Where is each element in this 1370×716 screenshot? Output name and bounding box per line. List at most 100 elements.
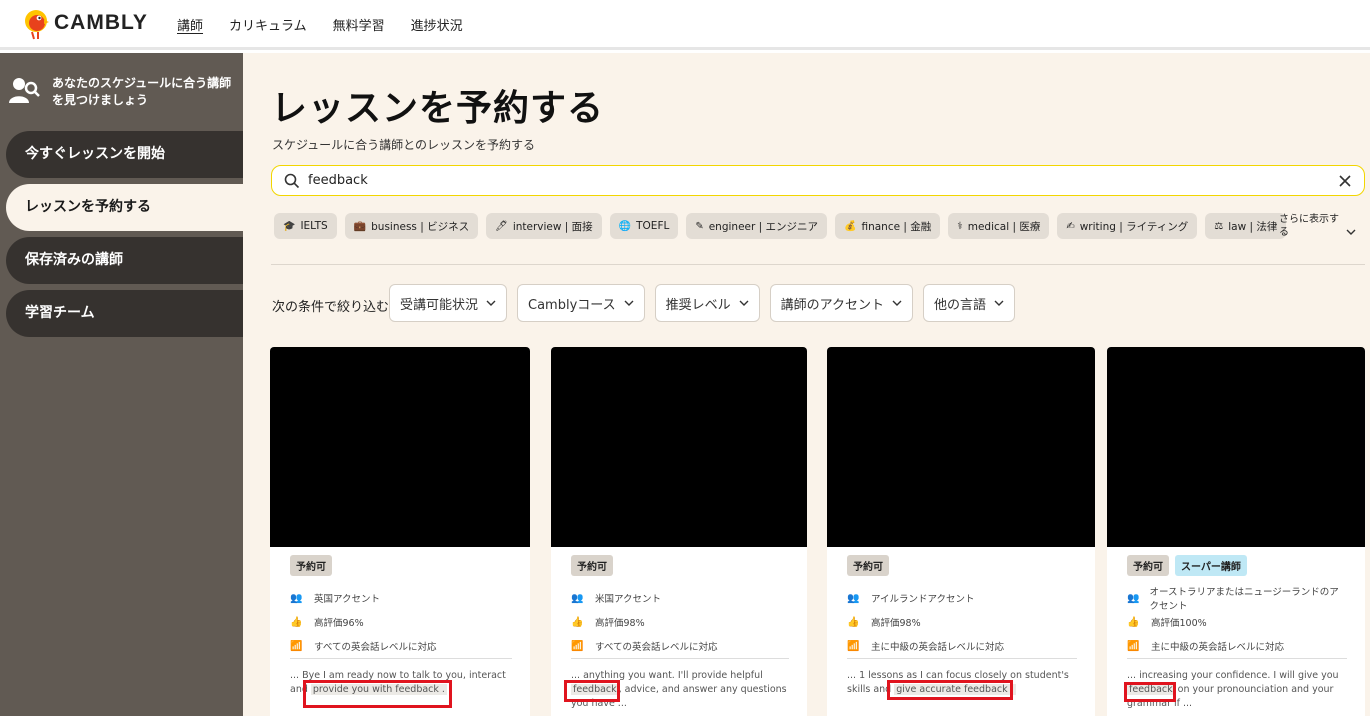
tutor-accent: 米国アクセント	[595, 594, 662, 605]
top-nav: 講師 カリキュラム 無料学習 進捗状況	[177, 15, 489, 34]
medical-icon: ⚕	[957, 220, 963, 232]
divider	[1127, 658, 1347, 659]
chevron-down-icon	[486, 300, 496, 306]
brand-name: CAMBLY	[54, 11, 148, 34]
chip-label: IELTS	[300, 220, 328, 232]
sidebar: あなたのスケジュールに合う講師を見つけましょう 今すぐレッスンを開始 レッスンを…	[0, 53, 243, 716]
snippet-text: ... increasing your confidence. I will g…	[1127, 670, 1339, 681]
globe-icon: 🌐	[618, 220, 632, 232]
pencil-icon: ✎	[695, 220, 704, 232]
tutor-rating: 高評価96%	[314, 618, 364, 629]
main-content: レッスンを予約する スケジュールに合う講師とのレッスンを予約する feedbac…	[243, 53, 1370, 716]
thumbs-up-icon: 👍	[1127, 616, 1140, 628]
chip-writing[interactable]: ✍ writing | ライティング	[1057, 213, 1198, 239]
highlight-annotation-box	[564, 680, 620, 702]
sidebar-header-text: あなたのスケジュールに合う講師を見つけましょう	[52, 76, 232, 107]
accent-icon: 👥	[847, 592, 860, 604]
tutor-accent: アイルランドアクセント	[871, 594, 975, 605]
accent-icon: 👥	[290, 592, 303, 604]
tutor-accent: オーストラリアまたはニュージーランドのアクセント	[1149, 587, 1339, 612]
filter-other-languages[interactable]: 他の言語	[923, 284, 1016, 322]
thumbs-up-icon: 👍	[571, 616, 584, 628]
level-bars-icon: 📶	[1127, 640, 1140, 652]
chip-medical[interactable]: ⚕ medical | 医療	[948, 213, 1050, 239]
thumbs-up-icon: 👍	[847, 616, 860, 628]
sidebar-item-study-team[interactable]: 学習チーム	[6, 290, 243, 337]
divider	[571, 658, 789, 659]
filter-availability[interactable]: 受講可能状況	[389, 284, 508, 322]
chip-label: finance | 金融	[861, 220, 932, 233]
tutor-photo[interactable]	[827, 347, 1095, 547]
filter-bar: 受講可能状況 Camblyコース 推奨レベル 講師のアクセント 他の言語	[389, 284, 1016, 322]
filter-level[interactable]: 推奨レベル	[654, 284, 760, 322]
chevron-down-icon	[994, 300, 1004, 306]
available-badge: 予約可	[1127, 555, 1169, 576]
filter-accent[interactable]: 講師のアクセント	[769, 284, 914, 322]
filter-label-text: 推奨レベル	[665, 297, 731, 313]
filter-label-text: Camblyコース	[528, 297, 616, 313]
tutor-card[interactable]: 予約可 スーパー講師 👥 オーストラリアまたはニュージーランドのアクセント 👍 高評…	[1107, 347, 1365, 716]
search-icon	[284, 173, 300, 193]
briefcase-icon: 💼	[353, 220, 367, 232]
topnav-progress[interactable]: 進捗状況	[411, 15, 463, 34]
chip-toefl[interactable]: 🌐 TOEFL	[609, 213, 679, 239]
tutor-rating: 高評価98%	[595, 618, 645, 629]
chip-label: law | 法律	[1228, 220, 1278, 233]
chevron-down-icon	[739, 300, 749, 306]
chip-business[interactable]: 💼 business | ビジネス	[344, 213, 479, 239]
chip-ielts[interactable]: 🎓 IELTS	[274, 213, 337, 239]
chevron-down-icon[interactable]	[1346, 221, 1356, 240]
tutor-level: 主に中級の英会話レベルに対応	[871, 642, 1005, 653]
cambly-logo[interactable]: CAMBLY	[22, 6, 148, 40]
tutor-card[interactable]: 予約可 👥 アイルランドアクセント 👍 高評価98% 📶 主に中級の英会話レベルに対応…	[827, 347, 1095, 716]
tutor-card[interactable]: 予約可 👥 米国アクセント 👍 高評価98% 📶 すべての英会話レベルに対応 ... …	[551, 347, 807, 716]
highlight-annotation-box	[1124, 682, 1176, 702]
accent-icon: 👥	[571, 592, 584, 604]
scales-icon: ⚖	[1214, 220, 1224, 232]
pen-icon: 🖊	[495, 220, 508, 232]
topnav-tutors[interactable]: 講師	[177, 15, 203, 34]
tutor-level: すべての英会話レベルに対応	[314, 642, 437, 653]
filter-label: 次の条件で絞り込む:	[272, 300, 394, 315]
tutor-card[interactable]: 予約可 👥 英国アクセント 👍 高評価96% 📶 すべての英会話レベルに対応 ... …	[270, 347, 530, 716]
topnav-curriculum[interactable]: カリキュラム	[229, 15, 307, 34]
search-input[interactable]: feedback	[308, 173, 368, 188]
tutor-rating: 高評価100%	[1151, 618, 1207, 629]
filter-cambly-course[interactable]: Camblyコース	[517, 284, 645, 322]
top-navigation-bar: CAMBLY 講師 カリキュラム 無料学習 進捗状況	[0, 0, 1370, 50]
sidebar-item-start-now[interactable]: 今すぐレッスンを開始	[6, 131, 243, 178]
tutor-photo[interactable]	[1107, 347, 1365, 547]
sidebar-header[interactable]: あなたのスケジュールに合う講師を見つけましょう	[8, 75, 238, 111]
accent-icon: 👥	[1127, 592, 1140, 604]
tutor-photo[interactable]	[551, 347, 807, 547]
divider	[271, 264, 1365, 265]
chip-label: business | ビジネス	[371, 220, 470, 233]
search-box[interactable]: feedback	[271, 165, 1365, 196]
writing-hand-icon: ✍	[1066, 220, 1075, 232]
sidebar-item-saved-tutors[interactable]: 保存済みの講師	[6, 237, 243, 284]
chip-label: TOEFL	[636, 220, 670, 232]
chip-interview[interactable]: 🖊 interview | 面接	[486, 213, 602, 239]
clear-search-icon[interactable]	[1338, 173, 1352, 192]
chip-engineer[interactable]: ✎ engineer | エンジニア	[686, 213, 828, 239]
page-subtitle: スケジュールに合う講師とのレッスンを予約する	[272, 138, 536, 152]
available-badge: 予約可	[571, 555, 613, 576]
show-more-chips[interactable]: さらに表示する	[1279, 213, 1341, 239]
page-title: レッスンを予約する	[271, 88, 605, 129]
chip-law[interactable]: ⚖ law | 法律	[1205, 213, 1287, 239]
available-badge: 予約可	[847, 555, 889, 576]
divider	[847, 658, 1077, 659]
highlight-annotation-box	[887, 680, 1013, 700]
sidebar-item-book-lesson[interactable]: レッスンを予約する	[6, 184, 243, 231]
chip-finance[interactable]: 💰 finance | 金融	[835, 213, 941, 239]
thumbs-up-icon: 👍	[290, 616, 303, 628]
chip-label: interview | 面接	[512, 220, 593, 233]
cambly-bird-icon	[22, 8, 50, 40]
chip-label: medical | 医療	[967, 220, 1041, 233]
divider	[290, 658, 512, 659]
tutor-rating: 高評価98%	[871, 618, 921, 629]
topnav-free-learning[interactable]: 無料学習	[333, 15, 385, 34]
tutor-photo[interactable]	[270, 347, 530, 547]
level-bars-icon: 📶	[847, 640, 860, 652]
tutor-level: 主に中級の英会話レベルに対応	[1151, 642, 1285, 653]
